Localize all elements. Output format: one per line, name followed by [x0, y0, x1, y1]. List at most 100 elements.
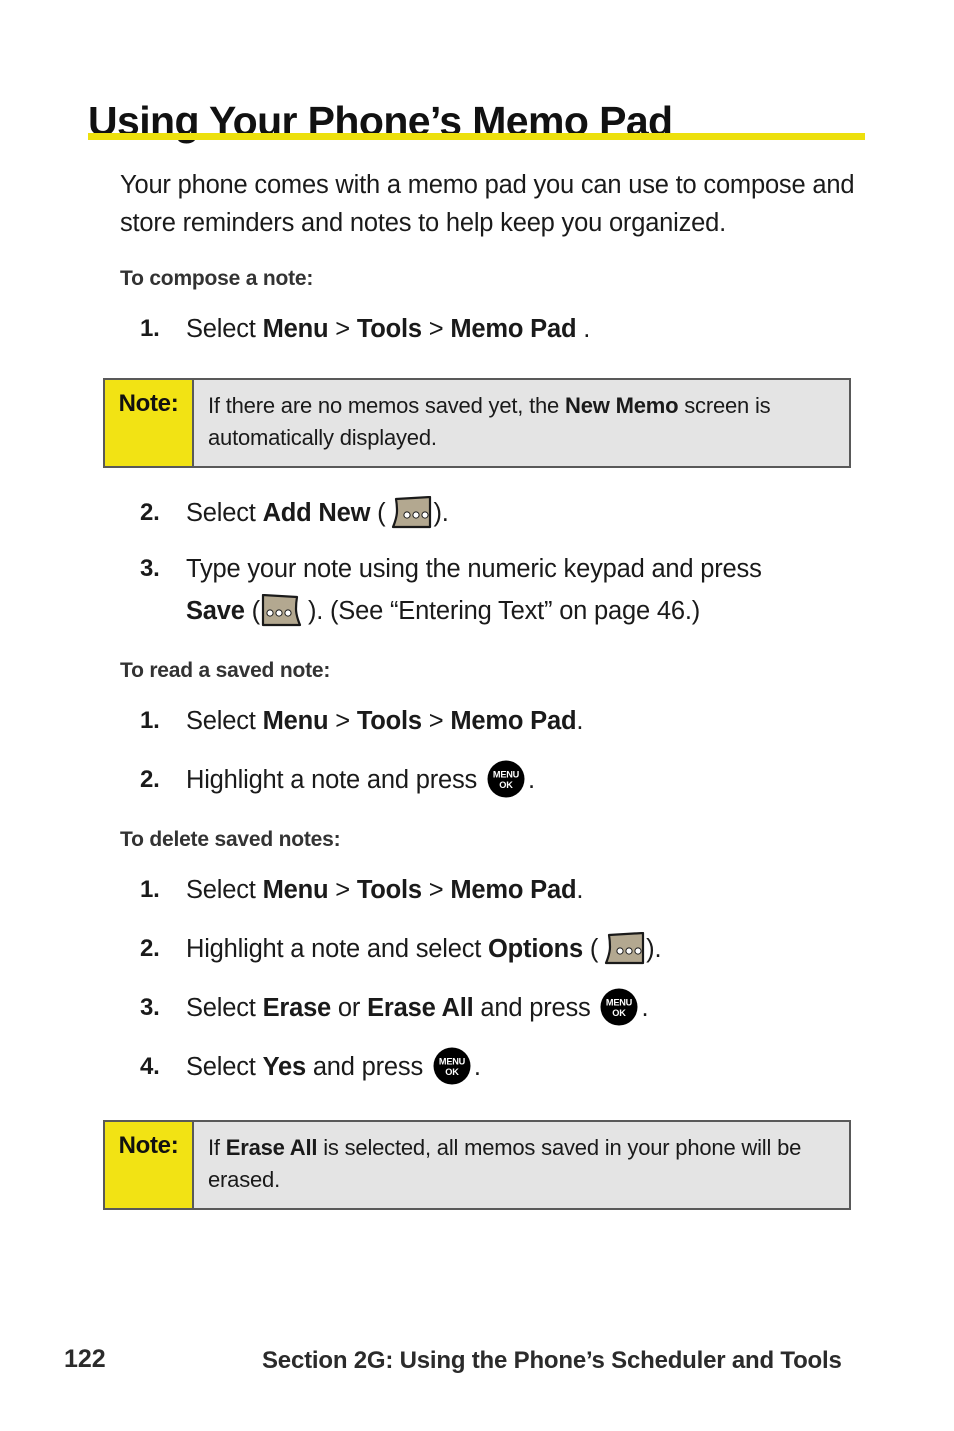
menu-ok-button-icon: MENUOK [600, 988, 638, 1026]
step-sep: or [331, 994, 368, 1022]
step-sep: > [421, 876, 451, 904]
step-sep: > [328, 315, 357, 343]
note-body: If Erase All is selected, all memos save… [194, 1122, 849, 1208]
step-paren-close: ). [433, 499, 449, 527]
step-sep: > [421, 315, 451, 343]
note-label-cell: Note: [105, 380, 194, 466]
step-number: 2. [140, 935, 160, 962]
step-text-after: . [576, 707, 584, 735]
note-body: If there are no memos saved yet, the New… [194, 380, 849, 466]
page-footer: 122 Section 2G: Using the Phone’s Schedu… [0, 1345, 954, 1385]
note-box: Note: If Erase All is selected, all memo… [103, 1120, 851, 1210]
step-bold-menu: Menu [262, 876, 329, 904]
footer-page-number: 122 [64, 1345, 106, 1373]
step-item: 2. Select Add New (). [0, 492, 866, 534]
note-label-cell: Note: [105, 1122, 194, 1208]
note-box: Note: If there are no memos saved yet, t… [103, 378, 851, 468]
step-item: 2. Highlight a note and press MENU OK. [0, 759, 866, 801]
menu-ok-button-icon: MENUOK [487, 760, 525, 798]
step-number: 1. [140, 876, 160, 903]
step-text-line1: Type your note using the numeric keypad … [186, 555, 762, 583]
step-text-after: . [576, 315, 591, 343]
step-bold-memopad: Memo Pad [450, 707, 577, 735]
note-bold-term: Erase All [225, 1135, 318, 1160]
step-text-before: Select [186, 876, 263, 904]
softkey-left-icon [605, 932, 645, 965]
step-bold-memopad: Memo Pad [450, 876, 577, 904]
svg-text:OK: OK [613, 1008, 627, 1018]
step-bold-yes: Yes [262, 1053, 307, 1081]
step-paren-open: ( [244, 597, 261, 625]
step-item: 4. Select Yes and press MENU OK. [0, 1046, 866, 1088]
section-heading-delete: To delete saved notes: [120, 828, 341, 851]
step-text-before: Select [186, 315, 263, 343]
step-sep: > [328, 876, 357, 904]
step-text-after: and press [305, 1053, 430, 1081]
step-bold-memopad: Memo Pad [450, 315, 577, 343]
step-text-after: and press [473, 994, 598, 1022]
step-bold-options: Options [488, 935, 583, 963]
step-text-before: Highlight a note and press [186, 766, 484, 794]
step-bold-tools: Tools [356, 707, 422, 735]
step-space [583, 935, 590, 963]
menu-ok-button-icon: MENUOK [433, 1047, 471, 1085]
svg-text:OK: OK [499, 780, 513, 790]
step-text-before: Select [186, 707, 263, 735]
softkey-left-icon [392, 496, 432, 529]
step-text-after: . [527, 766, 535, 794]
step-text-after: . [576, 876, 584, 904]
step-bold-erase: Erase [262, 994, 332, 1022]
steps-list-delete: 1. Select Menu > Tools > Memo Pad. 2. High… [0, 869, 954, 1088]
step-paren-open: ( [589, 935, 599, 963]
step-period: . [641, 994, 649, 1022]
step-sep: > [328, 707, 357, 735]
step-number: 1. [140, 707, 160, 734]
step-bold-menu: Menu [262, 707, 329, 735]
step-number: 2. [140, 766, 160, 793]
manual-page: Using Your Phone’s Memo Pad Your phone c… [0, 0, 954, 1431]
step-number: 4. [140, 1053, 160, 1080]
intro-paragraph: Your phone comes with a memo pad you can… [120, 171, 855, 237]
step-bold-tools: Tools [356, 315, 422, 343]
step-text-before: Select [186, 994, 263, 1022]
step-item: 1. Select Menu > Tools > Memo Pad. [0, 700, 866, 742]
step-text-after: ). (See “Entering Text” on page 46.) [307, 597, 701, 625]
svg-text:MENU: MENU [493, 770, 520, 780]
footer-section-title: Section 2G: Using the Phone’s Scheduler … [262, 1347, 842, 1374]
step-text-before: Highlight a note and select [186, 935, 489, 963]
step-item: 3. Type your note using the numeric keypa… [0, 548, 866, 632]
softkey-right-icon [261, 594, 302, 627]
svg-text:MENU: MENU [439, 1057, 466, 1067]
page-content: Your phone comes with a memo pad you can… [0, 166, 954, 1210]
step-bold-tools: Tools [356, 876, 422, 904]
step-number: 3. [140, 555, 160, 582]
step-text-before: Select [186, 1053, 263, 1081]
step-bold-addnew: Add New [262, 499, 371, 527]
note-label-text: Note: [118, 1132, 179, 1159]
steps-list-read: 1. Select Menu > Tools > Memo Pad. 2. High… [0, 700, 954, 801]
title-underline-rule [88, 133, 865, 140]
steps-list-compose: 1. Select Menu > Tools > Memo Pad . [0, 308, 954, 350]
step-bold-menu: Menu [262, 315, 329, 343]
step-number: 2. [140, 499, 160, 526]
step-period: . [473, 1053, 481, 1081]
step-paren-open: ( [370, 499, 386, 527]
note-bold-term: New Memo [565, 393, 679, 418]
step-sep: > [421, 707, 451, 735]
step-text-before: Select [186, 499, 263, 527]
note-text-before: If there are no memos saved yet, the [208, 393, 566, 418]
step-text-after: ). [646, 935, 662, 963]
svg-text:MENU: MENU [606, 998, 633, 1008]
step-item: 3. Select Erase or Erase All and press ME… [0, 987, 866, 1029]
step-item: 2. Highlight a note and select Options ()… [0, 928, 866, 970]
steps-list-compose-continued: 2. Select Add New (). 3. Type your note us… [0, 492, 954, 632]
step-number: 1. [140, 315, 160, 342]
step-item: 1. Select Menu > Tools > Memo Pad . [0, 308, 866, 350]
note-text-before: If [208, 1135, 226, 1160]
svg-text:OK: OK [445, 1067, 459, 1077]
step-bold-save: Save [186, 597, 245, 625]
step-number: 3. [140, 994, 160, 1021]
step-item: 1. Select Menu > Tools > Memo Pad. [0, 869, 866, 911]
section-heading-read: To read a saved note: [120, 659, 331, 682]
note-label-text: Note: [118, 390, 179, 417]
